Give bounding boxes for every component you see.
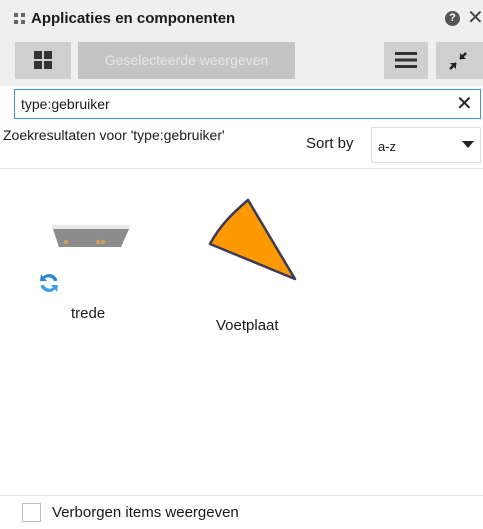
result-item-trede[interactable]: trede [25, 205, 135, 335]
show-selected-button[interactable]: Geselecteerde weergeven [78, 42, 295, 79]
panel-title: Applicaties en componenten [31, 10, 236, 27]
chevron-down-icon [462, 141, 474, 148]
collapse-icon [449, 52, 467, 70]
collapse-button[interactable] [436, 42, 483, 79]
clear-icon[interactable]: ✕ [456, 91, 473, 117]
result-item-label: trede [71, 305, 106, 322]
stair-tread-icon [52, 225, 130, 247]
help-icon[interactable]: ? [445, 11, 460, 26]
tiles-view-button[interactable] [15, 42, 71, 79]
sort-label: Sort by [306, 135, 354, 152]
applications-components-panel: Applicaties en componenten ? ✕ Geselecte… [0, 0, 483, 529]
search-input[interactable] [21, 94, 441, 114]
grip-icon[interactable] [14, 13, 26, 25]
sort-value: a-z [378, 139, 397, 154]
close-icon[interactable]: ✕ [467, 7, 483, 29]
search-box: ✕ [14, 89, 481, 119]
result-item-label: Voetplaat [216, 317, 279, 334]
results-header: Zoekresultaten voor 'type:gebruiker' [3, 127, 225, 143]
list-view-icon [395, 52, 417, 68]
tiles-view-icon [34, 51, 52, 69]
sync-icon [40, 274, 58, 292]
title-bar[interactable]: Applicaties en componenten ? ✕ [0, 0, 483, 38]
toolbar: Geselecteerde weergeven [0, 38, 483, 86]
base-plate-icon [208, 198, 297, 281]
footer: Verborgen items weergeven [0, 495, 483, 529]
list-view-button[interactable] [384, 42, 428, 79]
divider [0, 168, 483, 169]
show-hidden-label[interactable]: Verborgen items weergeven [52, 504, 239, 521]
show-hidden-checkbox[interactable] [22, 503, 41, 522]
sort-select[interactable]: a-z [371, 127, 481, 163]
result-item-voetplaat[interactable]: Voetplaat [190, 190, 320, 340]
